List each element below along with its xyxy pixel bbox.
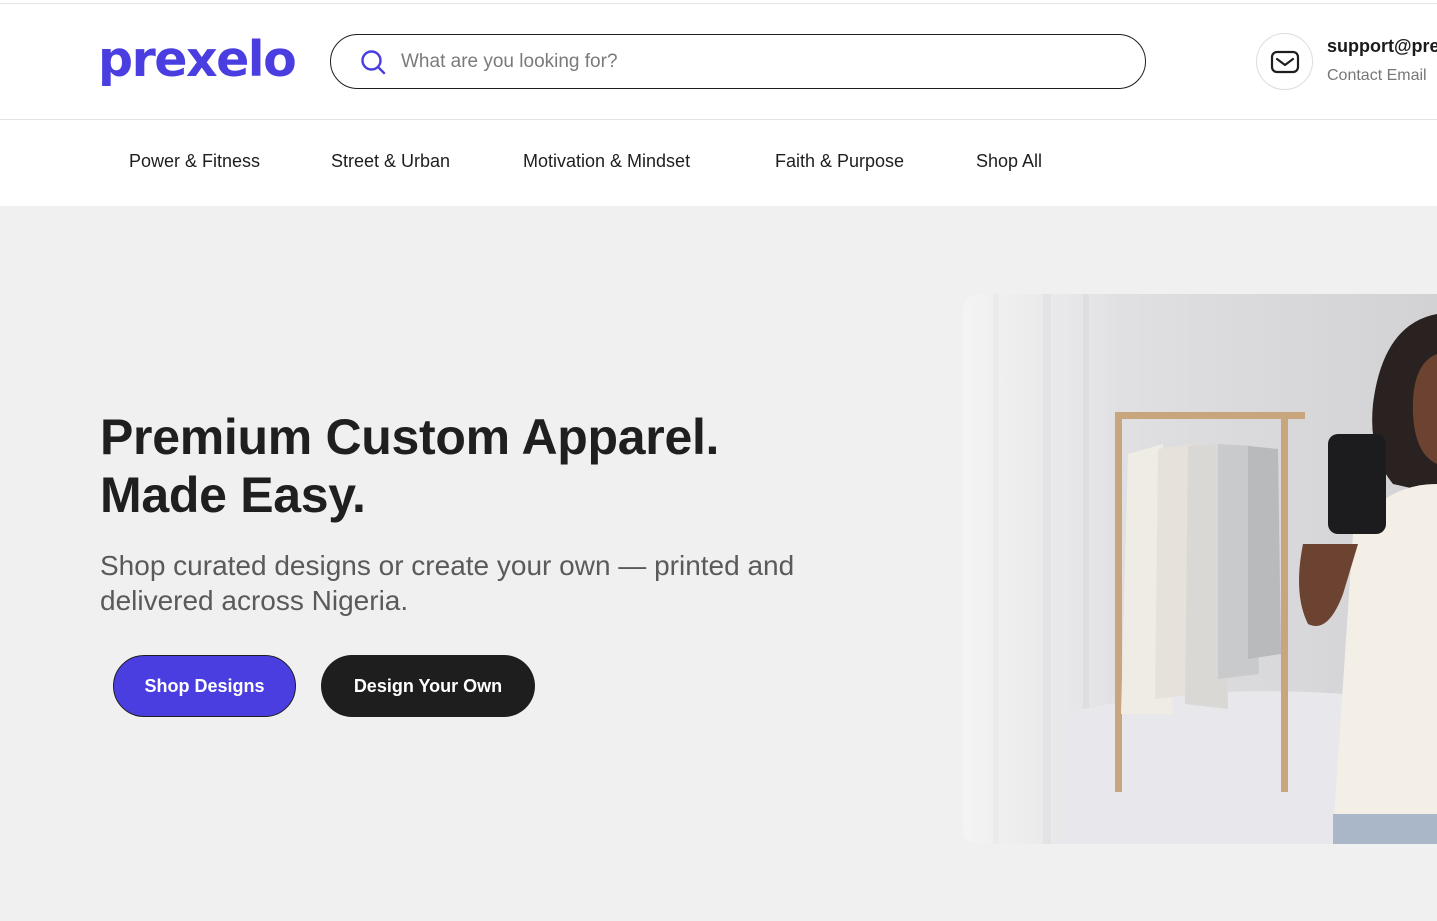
nav-item-street-urban[interactable]: Street & Urban — [331, 151, 450, 172]
search-input[interactable] — [399, 45, 1099, 78]
mail-button[interactable] — [1256, 33, 1313, 90]
mail-icon — [1270, 50, 1300, 74]
hero-photo-illustration — [963, 294, 1437, 844]
hero-section: Premium Custom Apparel. Made Easy. Shop … — [0, 206, 1437, 921]
nav-item-power-fitness[interactable]: Power & Fitness — [129, 151, 260, 172]
contact-email[interactable]: support@pre — [1327, 36, 1437, 57]
nav-item-shop-all[interactable]: Shop All — [976, 151, 1042, 172]
hero-title-line-2: Made Easy. — [100, 467, 366, 523]
hero-image — [963, 294, 1437, 844]
contact-email-label: Contact Email — [1327, 67, 1427, 84]
search-bar[interactable] — [330, 34, 1146, 89]
site-header: prexelo support@pre Contact Email — [0, 4, 1437, 120]
logo[interactable]: prexelo — [98, 30, 297, 90]
design-your-own-button[interactable]: Design Your Own — [321, 655, 535, 717]
hero-title: Premium Custom Apparel. Made Easy. — [100, 408, 860, 524]
hero-title-line-1: Premium Custom Apparel. — [100, 409, 720, 465]
shop-designs-button[interactable]: Shop Designs — [113, 655, 296, 717]
nav-item-motivation-mindset[interactable]: Motivation & Mindset — [523, 151, 690, 172]
category-nav: Power & Fitness Street & Urban Motivatio… — [0, 121, 1437, 206]
hero-subtitle: Shop curated designs or create your own … — [100, 550, 795, 616]
nav-item-faith-purpose[interactable]: Faith & Purpose — [775, 151, 904, 172]
search-icon[interactable] — [359, 48, 387, 76]
